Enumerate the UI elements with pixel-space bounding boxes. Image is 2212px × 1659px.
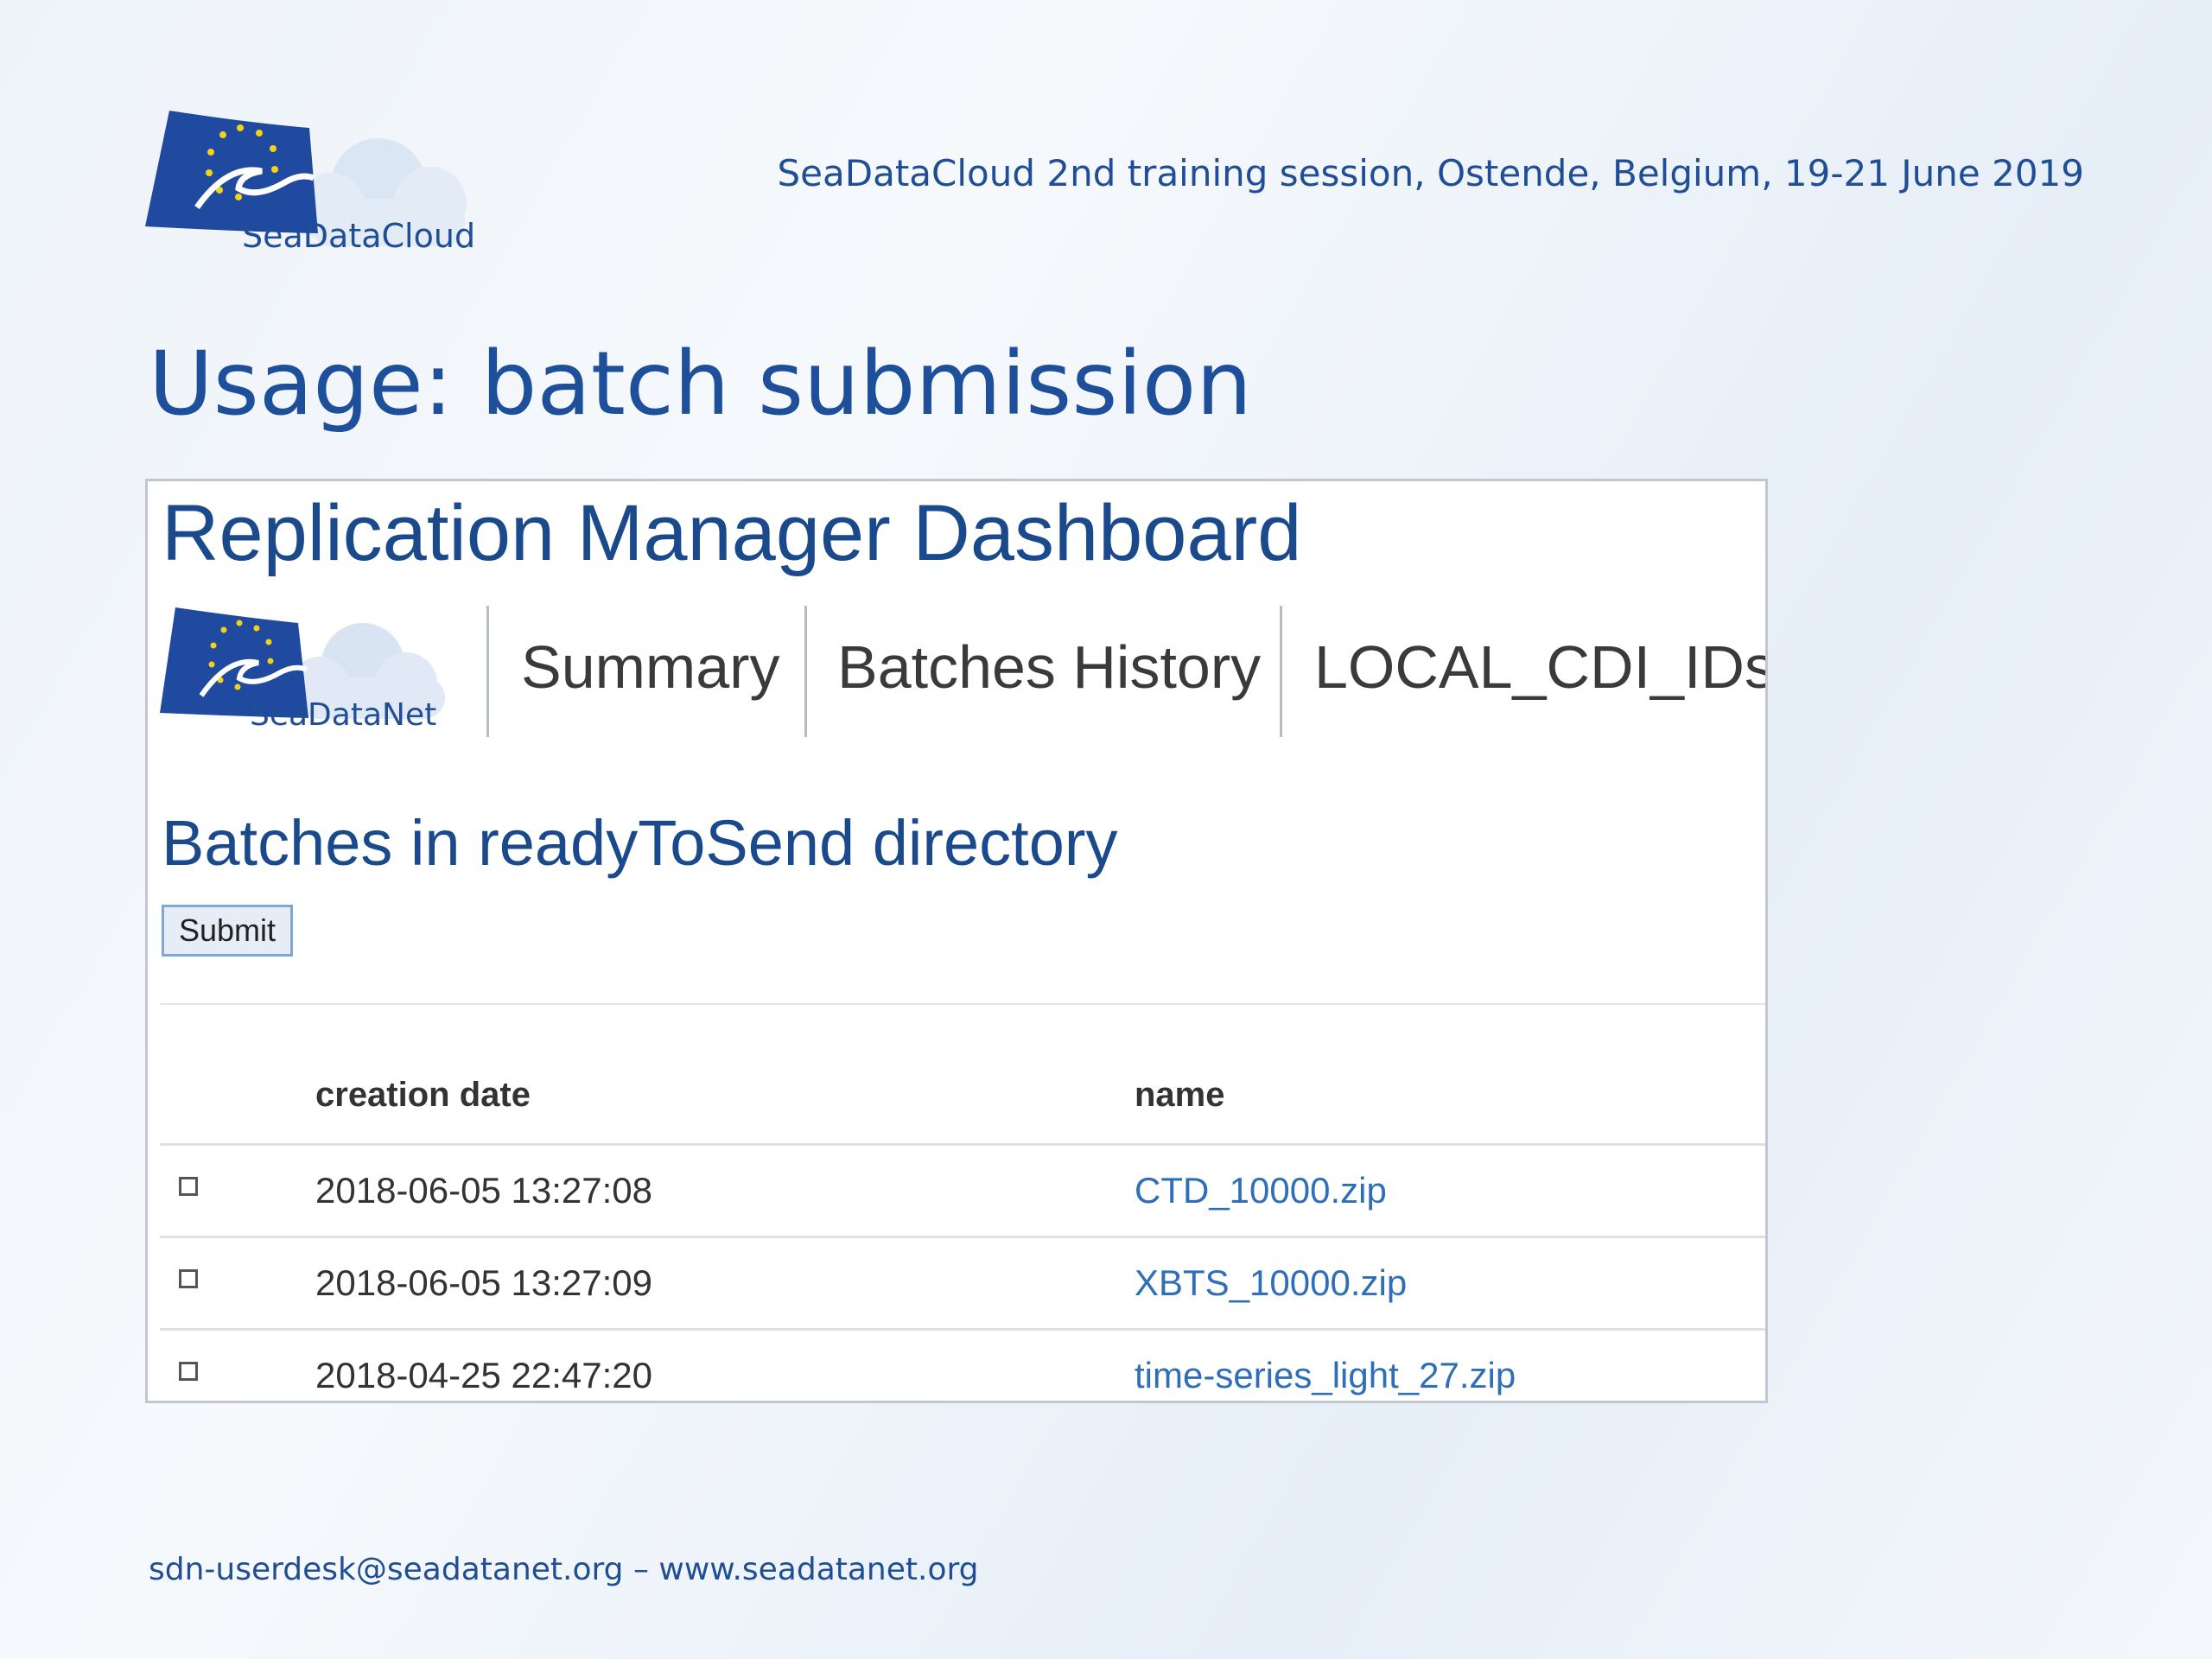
eu-flag-wave-icon: [145, 111, 318, 233]
dashboard-title: Replication Manager Dashboard: [162, 489, 1302, 577]
row-checkbox[interactable]: [179, 1177, 198, 1196]
batch-name-link[interactable]: time-series_light_27.zip: [1135, 1355, 1516, 1396]
nav-tab-summary[interactable]: Summary: [521, 594, 779, 741]
row-checkbox[interactable]: [179, 1362, 198, 1381]
table-row: 2018-06-05 13:27:08 CTD_10000.zip: [160, 1146, 1765, 1238]
session-header: SeaDataCloud 2nd training session, Osten…: [777, 152, 2084, 194]
slide-title: Usage: batch submission: [149, 333, 1252, 435]
batch-name-link[interactable]: XBTS_10000.zip: [1135, 1262, 1407, 1304]
batches-table: creation date name 2018-06-05 13:27:08 C…: [160, 1043, 1765, 1401]
replication-manager-dashboard: Replication Manager Dashboard SeaDataNet…: [145, 479, 1768, 1403]
footer-contact: sdn-userdesk@seadatanet.org – www.seadat…: [149, 1552, 979, 1587]
table-header: creation date name: [160, 1043, 1765, 1146]
seadatanet-logo[interactable]: SeaDataNet: [160, 604, 454, 734]
dashboard-nav: SeaDataNet Summary Batches History LOCAL…: [148, 594, 1765, 741]
nav-separator: [486, 606, 489, 737]
table-row: 2018-06-05 13:27:09 XBTS_10000.zip: [160, 1238, 1765, 1331]
nav-separator: [1280, 606, 1282, 737]
section-heading: Batches in readyToSend directory: [162, 807, 1118, 879]
creation-date-cell: 2018-06-05 13:27:09: [315, 1262, 652, 1303]
creation-date-cell: 2018-06-05 13:27:08: [315, 1170, 652, 1211]
submit-button[interactable]: Submit: [162, 905, 293, 957]
column-header-creation-date[interactable]: creation date: [315, 1076, 531, 1115]
seadatacloud-logo-text: SeaDataCloud: [242, 217, 475, 255]
creation-date-cell: 2018-04-25 22:47:20: [315, 1355, 652, 1395]
section-divider: [160, 1003, 1765, 1005]
table-row: 2018-04-25 22:47:20 time-series_light_27…: [160, 1331, 1765, 1401]
seadatacloud-logo: SeaDataCloud: [145, 111, 475, 255]
row-checkbox[interactable]: [179, 1269, 198, 1288]
seadatanet-logo-text: SeaDataNet: [250, 697, 436, 733]
nav-tab-local-cdi-ids[interactable]: LOCAL_CDI_IDs: [1314, 594, 1765, 741]
batch-name-link[interactable]: CTD_10000.zip: [1135, 1170, 1387, 1211]
nav-separator: [804, 606, 807, 737]
nav-tab-batches-history[interactable]: Batches History: [837, 594, 1261, 741]
column-header-name[interactable]: name: [1135, 1076, 1225, 1115]
